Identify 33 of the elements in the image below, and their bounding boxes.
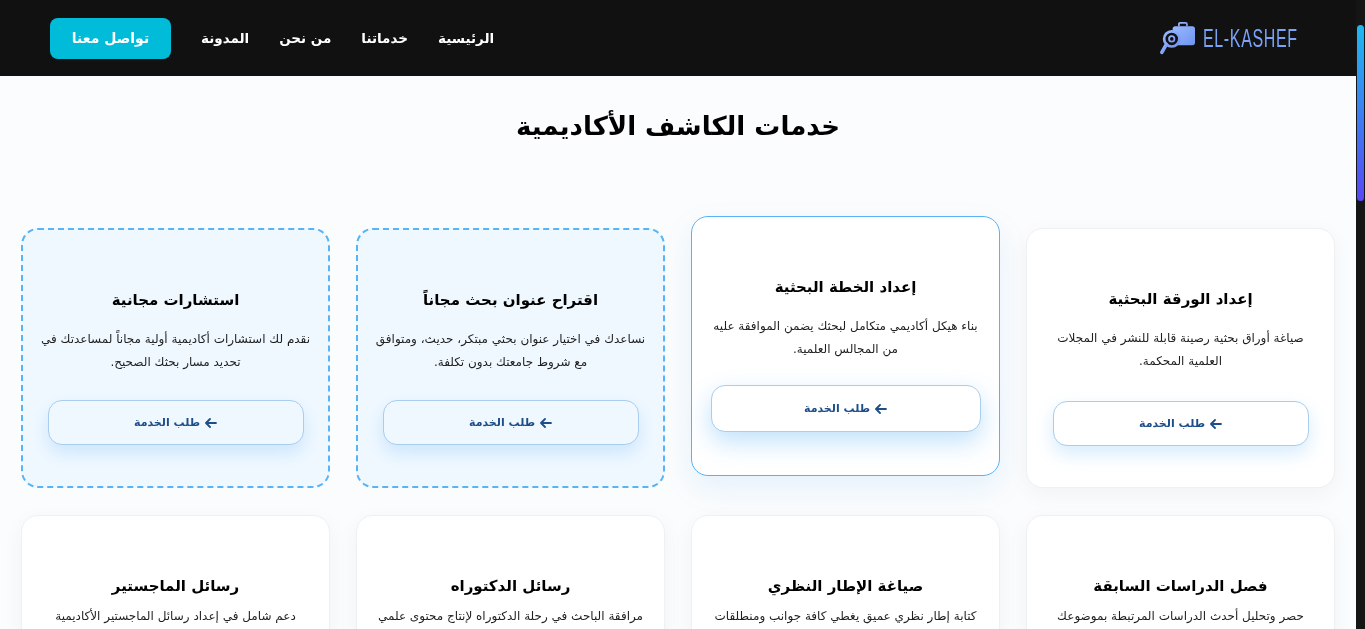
arrow-left-icon [875, 403, 887, 414]
service-title: فصل الدراسات السابقة [1093, 576, 1268, 597]
service-title: اقتراح عنوان بحث مجاناً [422, 289, 599, 311]
service-description: كتابة إطار نظري عميق يغطي كافة جوانب ومنطلقات [714, 608, 977, 625]
nav-link[interactable]: الرئيسية [422, 30, 495, 46]
briefcase-magnifier-icon[interactable] [1160, 21, 1197, 55]
service-description: صياغة أوراق بحثية رصينة قابلة للنشر في المجلات العلمية المحكمة. [1056, 329, 1305, 370]
service-title: استشارات مجانية [111, 290, 240, 311]
request-service-button[interactable]: طلب الخدمة [382, 400, 639, 445]
request-service-button[interactable]: طلب الخدمة [47, 400, 304, 445]
nav-link[interactable]: من نحن [264, 30, 347, 46]
service-title: إعداد الخطة البحثية [774, 277, 917, 298]
arrow-left-icon [1210, 418, 1222, 429]
request-service-button[interactable]: طلب الخدمة [710, 385, 981, 432]
service-description: نقدم لك استشارات أكاديمية أولية مجاناً لمساعدتك في تحديد مسار بحثك الصحيح. [39, 329, 312, 371]
service-title: رسائل الدكتوراه [450, 576, 571, 597]
service-description: نساعدك في اختيار عنوان بحثي مبتكر، حديث، ومتوافق مع شروط جامعتك بدون تكلفة. [374, 331, 647, 371]
arrow-left-icon [205, 417, 217, 428]
service-description: حصر وتحليل أحدث الدراسات المرتبطة بموضوعك [1057, 607, 1304, 625]
nav-link[interactable]: المدونة [186, 30, 265, 46]
nav-link[interactable]: خدماتنا [346, 30, 423, 46]
brand-name[interactable]: EL-KASHEF [1203, 24, 1298, 52]
scrollbar-thumb[interactable] [1357, 25, 1364, 201]
service-description: دعم شامل في إعداد رسائل الماجستير الأكاديمية [55, 607, 296, 625]
arrow-left-icon [540, 417, 552, 428]
service-description: مرافقة الباحث في رحلة الدكتوراه لإنتاج محتوى علمي [377, 608, 644, 625]
request-service-button[interactable]: طلب الخدمة [1052, 401, 1309, 446]
service-title: رسائل الماجستير [111, 576, 240, 597]
page-title: خدمات الكاشف الأكاديمية [515, 109, 841, 143]
scrollbar[interactable] [1356, 0, 1365, 629]
service-title: إعداد الورقة البحثية [1108, 289, 1253, 310]
service-description: بناء هيكل أكاديمي متكامل لبحثك يضمن الموافقة عليه من المجالس العلمية. [712, 317, 979, 359]
service-title: صياغة الإطار النظري [767, 576, 924, 598]
